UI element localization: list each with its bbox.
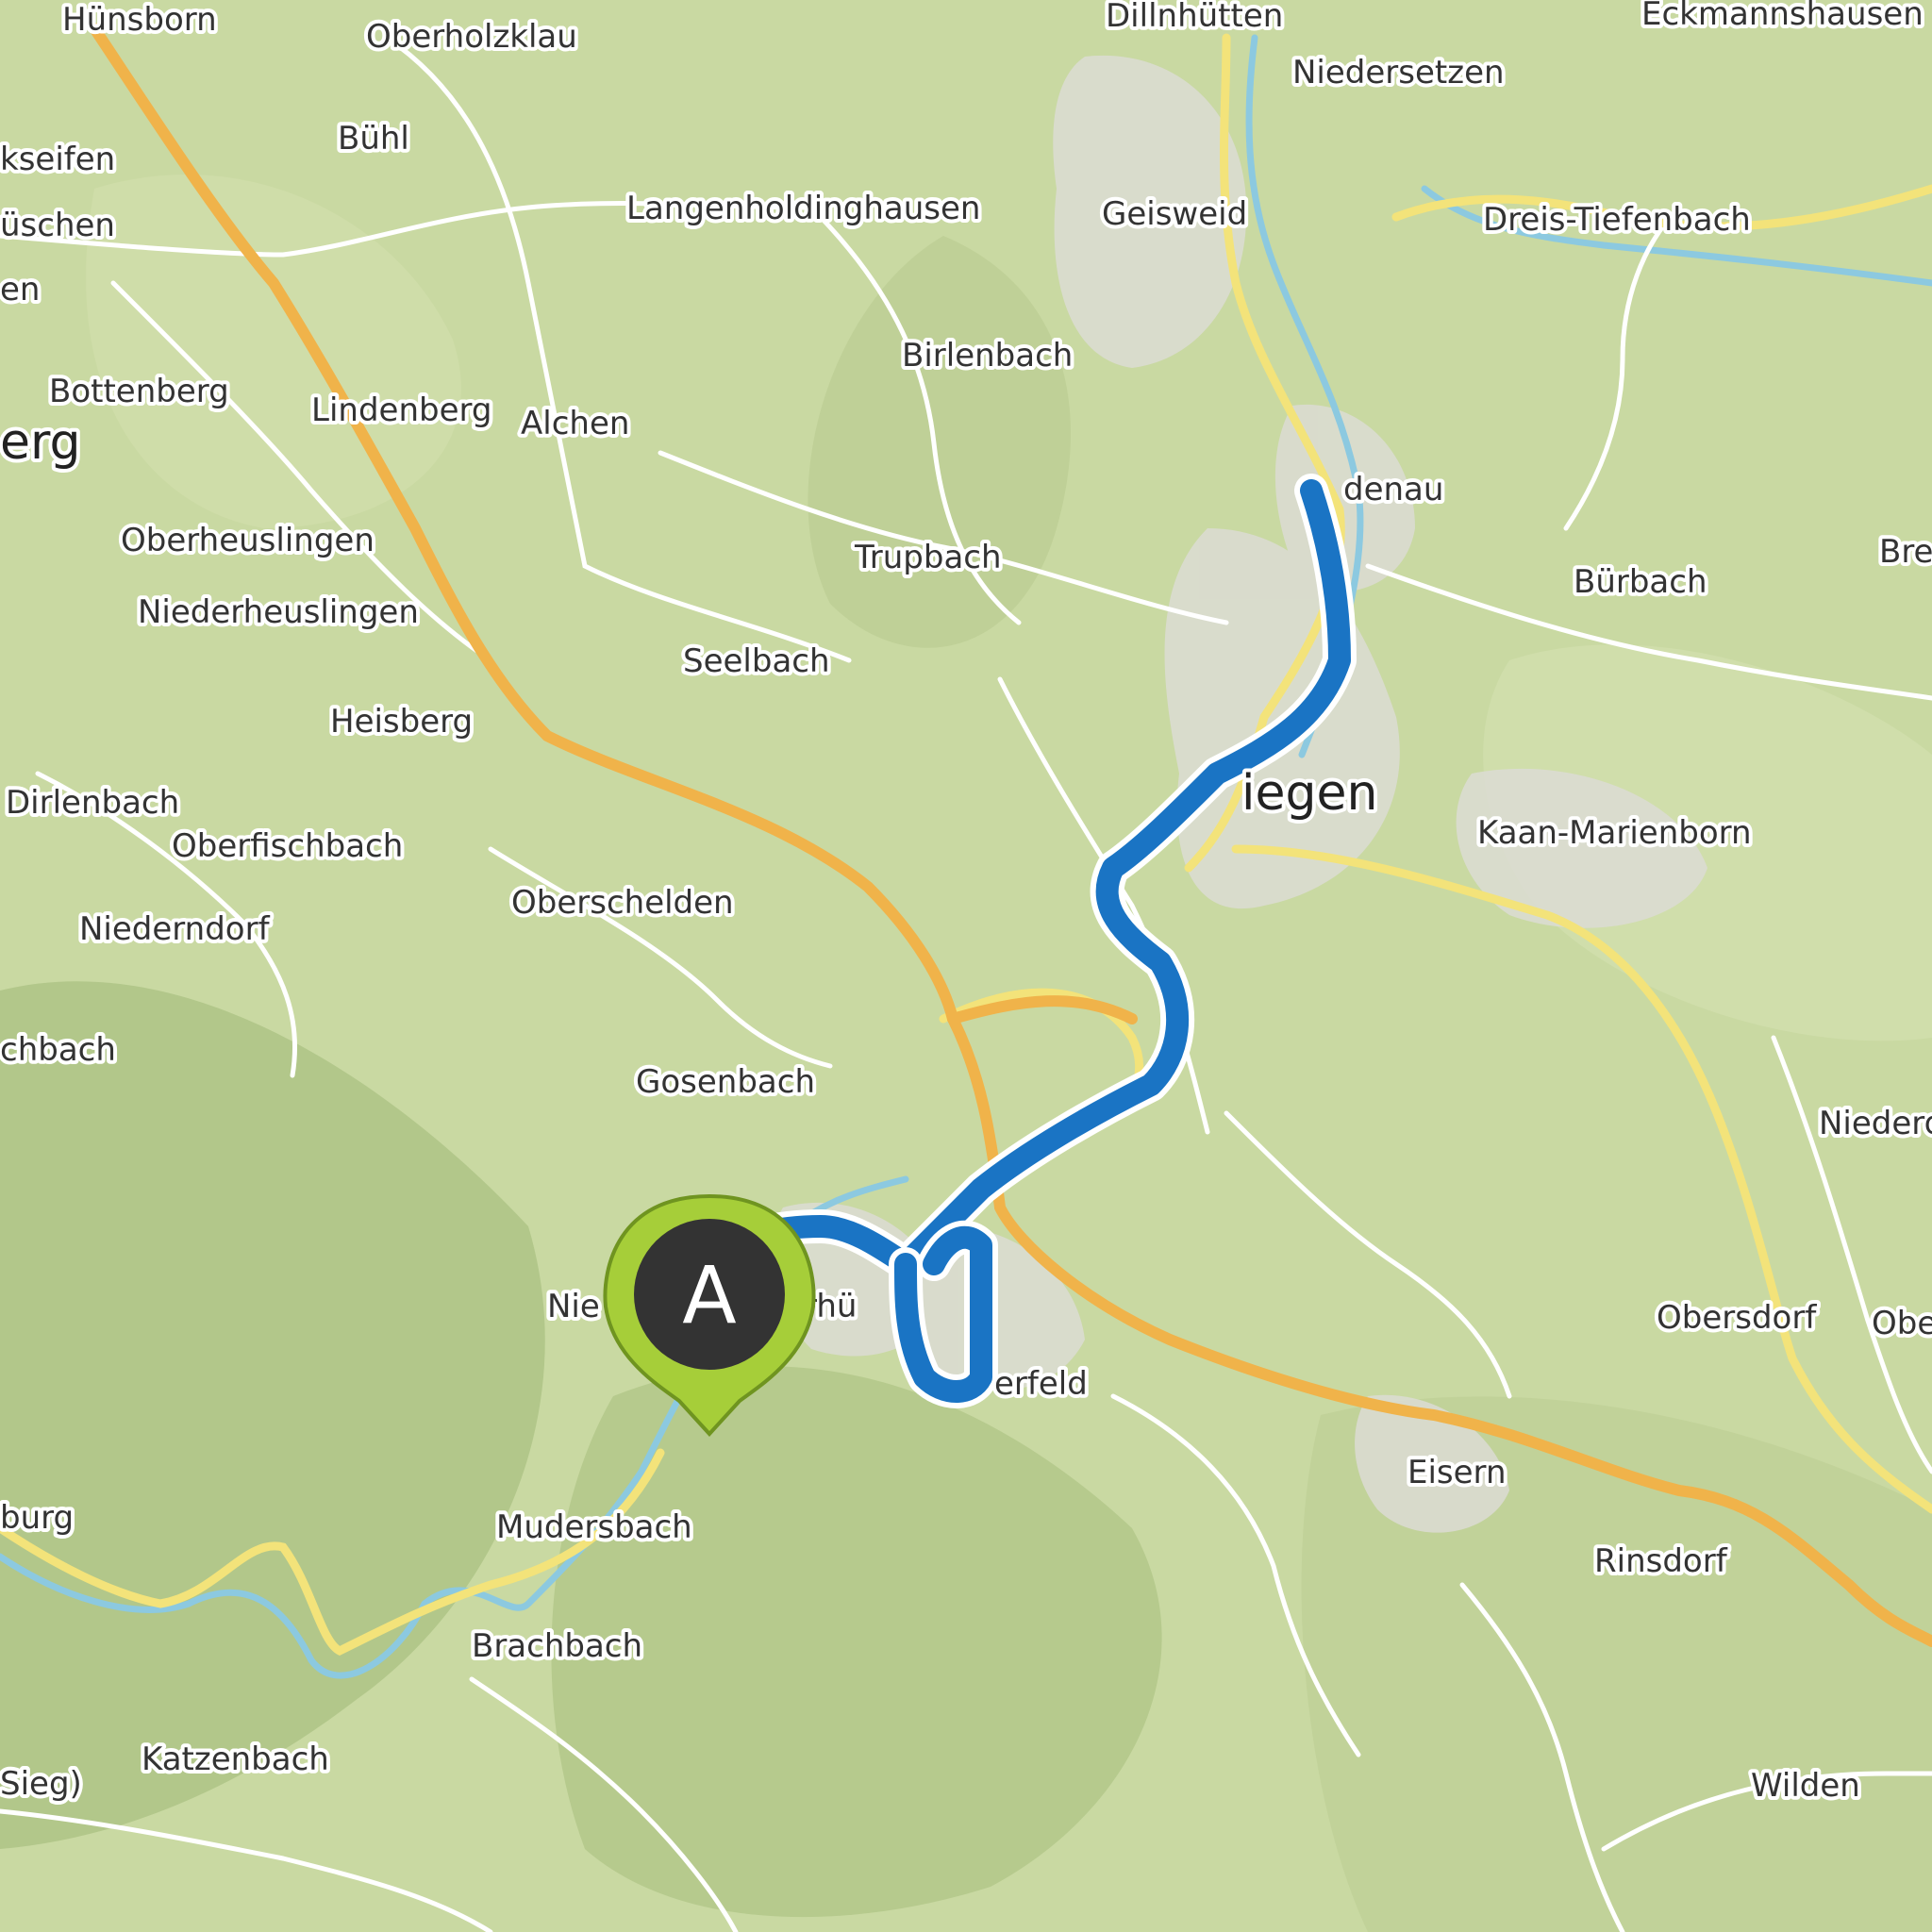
label-obe: Obe xyxy=(1872,1305,1932,1342)
label-wilden: Wilden xyxy=(1751,1767,1860,1805)
label-burg: burg xyxy=(0,1499,74,1537)
label-rinsdorf: Rinsdorf xyxy=(1594,1542,1728,1580)
label-eckmannshausen: Eckmannshausen xyxy=(1641,0,1924,33)
label-niederndorf: Niederndorf xyxy=(79,910,271,948)
label-katzenbach: Katzenbach xyxy=(142,1740,329,1778)
label-niederd: Niederd xyxy=(1819,1105,1932,1142)
label-geisweid: Geisweid xyxy=(1102,195,1247,233)
label-niedersetzen: Niedersetzen xyxy=(1292,54,1505,92)
label-gosenbach: Gosenbach xyxy=(636,1063,815,1101)
label-mudersbach: Mudersbach xyxy=(496,1508,692,1546)
label-oberheuslingen: Oberheuslingen xyxy=(121,522,375,559)
label-brachbach: Brachbach xyxy=(472,1627,642,1665)
label-erfeld: erfeld xyxy=(994,1365,1088,1403)
label-erg: erg xyxy=(0,414,80,471)
label-langenholdinghausen: Langenholdinghausen xyxy=(626,190,980,227)
label-nie: Nie xyxy=(547,1288,600,1325)
marker-letter: A xyxy=(682,1249,736,1341)
label-dreis-tiefenbach: Dreis-Tiefenbach xyxy=(1483,201,1751,239)
terrain-shading xyxy=(0,0,1932,1932)
label-denau: denau xyxy=(1343,471,1443,508)
label-chbach: chbach xyxy=(0,1031,116,1069)
label-sieg: Sieg) xyxy=(0,1765,82,1803)
label-buerbach: Bürbach xyxy=(1574,563,1707,601)
map-canvas[interactable]: Hünsborn Oberholzklau Dillnhütten Eckman… xyxy=(0,0,1932,1932)
label-ueschen: üschen xyxy=(0,207,115,244)
label-birlenbach: Birlenbach xyxy=(902,337,1073,375)
label-lindenberg: Lindenberg xyxy=(311,391,491,429)
label-seelbach: Seelbach xyxy=(683,642,830,680)
label-en: en xyxy=(0,271,40,308)
label-oberschelden: Oberschelden xyxy=(511,884,734,922)
label-dillnhuetten: Dillnhütten xyxy=(1106,0,1283,35)
label-heisberg: Heisberg xyxy=(330,703,473,741)
label-siegen: iegen xyxy=(1241,765,1377,822)
label-bottenberg: Bottenberg xyxy=(49,373,229,410)
label-buehl: Bühl xyxy=(338,120,409,158)
map-view[interactable]: Hünsborn Oberholzklau Dillnhütten Eckman… xyxy=(0,0,1932,1932)
label-alchen: Alchen xyxy=(521,405,629,442)
label-oberholzklau: Oberholzklau xyxy=(366,18,577,56)
label-niederheuslingen: Niederheuslingen xyxy=(138,593,419,631)
label-eisern: Eisern xyxy=(1407,1454,1507,1491)
label-huensborn: Hünsborn xyxy=(62,1,217,39)
label-bre: Bre xyxy=(1879,533,1932,571)
label-obersdorf: Obersdorf xyxy=(1657,1299,1817,1337)
label-dirlenbach: Dirlenbach xyxy=(6,784,179,822)
label-kaan-marienborn: Kaan-Marienborn xyxy=(1477,814,1752,852)
label-kseifen: kseifen xyxy=(0,141,115,178)
label-oberfischbach: Oberfischbach xyxy=(172,827,403,865)
label-trupbach: Trupbach xyxy=(854,539,1002,576)
